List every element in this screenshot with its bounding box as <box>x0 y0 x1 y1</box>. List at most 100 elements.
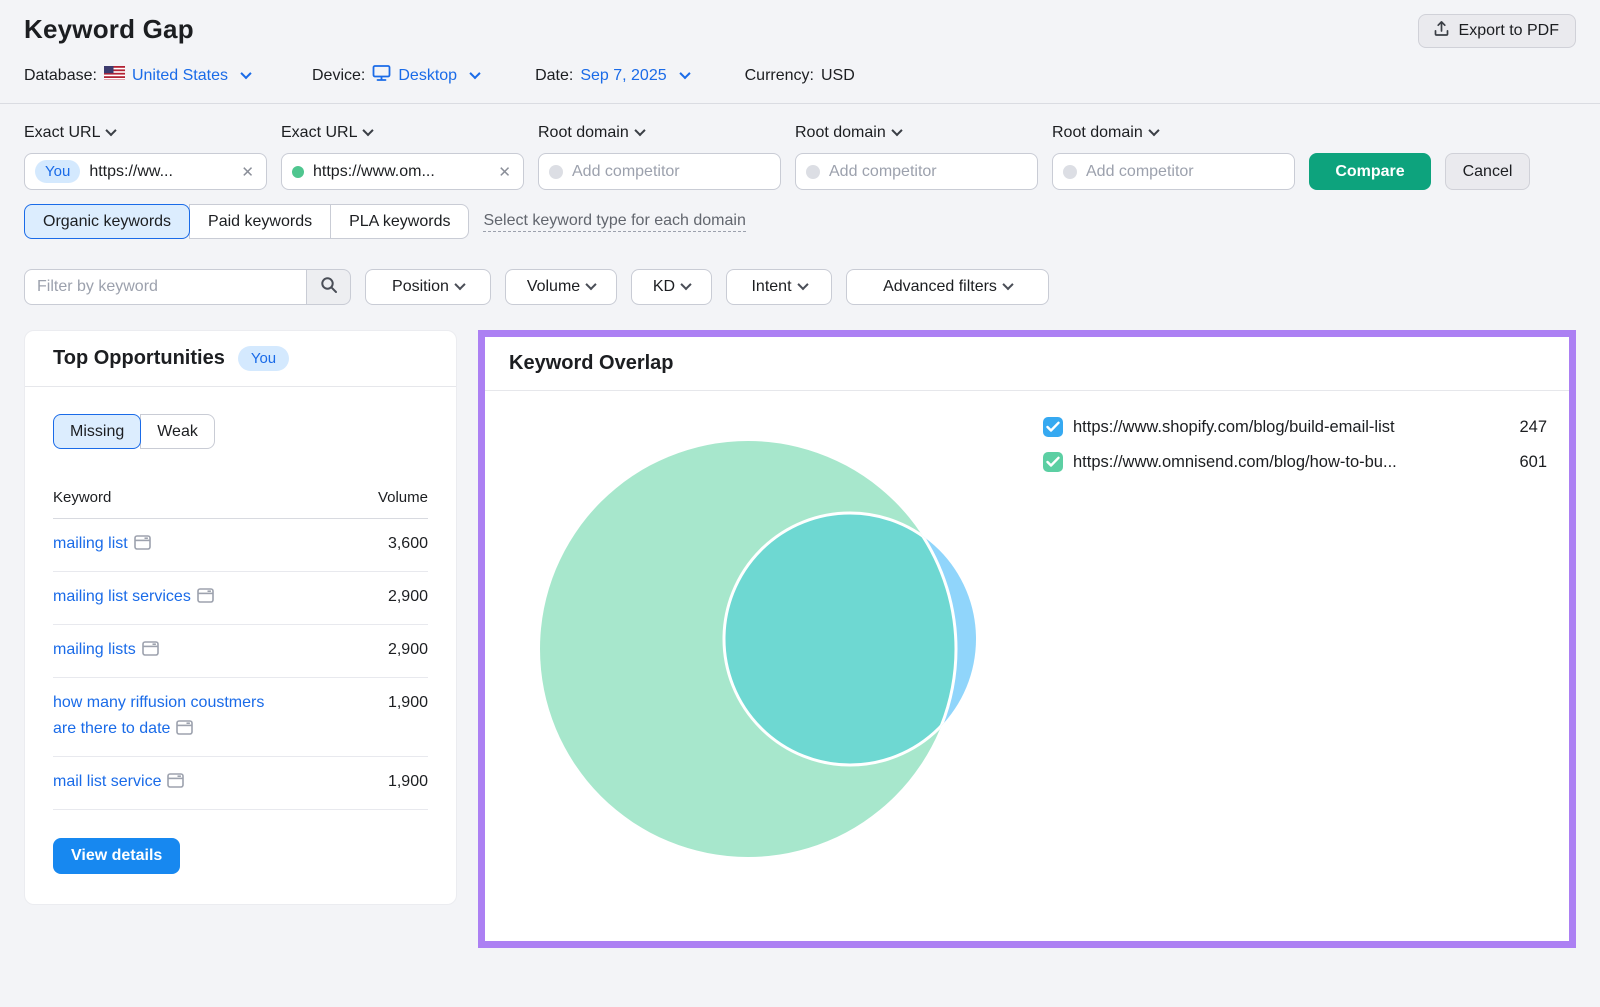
currency-label: Currency: <box>745 67 814 85</box>
search-icon <box>320 276 338 299</box>
legend-keyword-count: 601 <box>1501 453 1547 472</box>
chevron-down-icon <box>891 125 902 136</box>
view-details-button[interactable]: View details <box>53 838 180 874</box>
desktop-monitor-icon <box>372 64 391 87</box>
legend-item-omnisend: https://www.omnisend.com/blog/how-to-bu.… <box>1043 452 1547 472</box>
you-domain-value: https://ww... <box>89 163 230 181</box>
clear-domain-icon[interactable]: ✕ <box>496 163 513 181</box>
you-chip: You <box>35 160 80 183</box>
serp-features-icon[interactable] <box>142 639 159 665</box>
position-filter-dropdown[interactable]: Position <box>365 269 491 305</box>
tab-pla-keywords[interactable]: PLA keywords <box>330 204 469 239</box>
date-selector[interactable]: Sep 7, 2025 <box>580 67 688 85</box>
competitor-domain-input-2[interactable] <box>538 153 781 190</box>
search-button[interactable] <box>307 269 351 305</box>
date-value: Sep 7, 2025 <box>580 67 666 85</box>
venn-diagram[interactable] <box>485 391 1522 938</box>
keyword-link[interactable]: mail list service <box>53 773 161 790</box>
chevron-down-icon <box>679 67 690 78</box>
toggle-missing[interactable]: Missing <box>53 414 141 449</box>
keyword-volume: 3,600 <box>388 531 428 559</box>
advanced-filters-dropdown[interactable]: Advanced filters <box>846 269 1049 305</box>
device-label: Device: <box>312 67 365 85</box>
serp-features-icon[interactable] <box>134 533 151 559</box>
domain-type-selector-3[interactable]: Root domain <box>538 124 781 142</box>
domain-selectors: Exact URL Exact URL Root domain Root dom… <box>0 104 1600 239</box>
competitor-color-dot <box>806 165 820 179</box>
venn-legend: https://www.shopify.com/blog/build-email… <box>1043 417 1547 472</box>
serp-features-icon[interactable] <box>167 771 184 797</box>
table-row: mailing list 3,600 <box>53 519 428 572</box>
export-to-pdf-button[interactable]: Export to PDF <box>1418 14 1576 48</box>
keyword-column-header: Keyword <box>53 489 111 506</box>
filter-by-keyword-input[interactable] <box>24 269 307 305</box>
legend-keyword-count: 247 <box>1501 418 1547 437</box>
tab-organic-keywords[interactable]: Organic keywords <box>24 204 190 239</box>
volume-filter-dropdown[interactable]: Volume <box>505 269 617 305</box>
add-competitor-field[interactable] <box>829 163 1036 181</box>
domain-type-selector-1[interactable]: Exact URL <box>24 124 267 142</box>
us-flag-icon <box>104 66 125 85</box>
volume-column-header: Volume <box>378 489 428 506</box>
clear-domain-icon[interactable]: ✕ <box>239 163 256 181</box>
chevron-down-icon <box>469 67 480 78</box>
keyword-link[interactable]: how many riffusion coustmersare there to… <box>53 694 264 737</box>
competitor-domain-input-1[interactable]: https://www.om... ✕ <box>281 153 524 190</box>
top-opportunities-card: Top Opportunities You Missing Weak Keywo… <box>24 330 457 905</box>
toggle-weak[interactable]: Weak <box>140 414 215 449</box>
legend-item-shopify: https://www.shopify.com/blog/build-email… <box>1043 417 1547 437</box>
keyword-overlap-chart: https://www.shopify.com/blog/build-email… <box>485 391 1569 941</box>
device-selector[interactable]: Desktop <box>398 67 479 85</box>
kd-filter-dropdown[interactable]: KD <box>631 269 712 305</box>
keyword-volume: 2,900 <box>388 584 428 612</box>
keyword-overlap-title: Keyword Overlap <box>509 352 674 374</box>
serp-features-icon[interactable] <box>197 586 214 612</box>
page-title: Keyword Gap <box>24 14 194 45</box>
keyword-volume: 1,900 <box>388 769 428 797</box>
domain-type-selector-4[interactable]: Root domain <box>795 124 1038 142</box>
domain-type-label: Root domain <box>795 124 886 142</box>
domain-type-selector-5[interactable]: Root domain <box>1052 124 1295 142</box>
chevron-down-icon <box>454 279 465 290</box>
export-to-pdf-label: Export to PDF <box>1459 22 1559 40</box>
date-label: Date: <box>535 67 573 85</box>
dropdown-label: KD <box>653 278 675 296</box>
keyword-type-tabs: Organic keywords Paid keywords PLA keywo… <box>24 204 469 239</box>
database-selector[interactable]: United States <box>132 67 250 85</box>
chevron-down-icon <box>680 279 691 290</box>
database-label: Database: <box>24 67 97 85</box>
dropdown-label: Advanced filters <box>883 278 997 296</box>
keyword-overlap-highlight-frame: Keyword Overlap <box>478 330 1576 948</box>
competitor-domain-input-4[interactable] <box>1052 153 1295 190</box>
competitor-domain-input-3[interactable] <box>795 153 1038 190</box>
chevron-down-icon <box>363 125 374 136</box>
cancel-button[interactable]: Cancel <box>1445 153 1530 190</box>
keyword-link[interactable]: mailing list <box>53 535 128 552</box>
chevron-down-icon <box>797 279 808 290</box>
add-competitor-field[interactable] <box>1086 163 1293 181</box>
chevron-down-icon <box>1002 279 1013 290</box>
checkbox-checked-icon[interactable] <box>1043 452 1063 472</box>
compare-button[interactable]: Compare <box>1309 153 1431 190</box>
domain-type-label: Root domain <box>1052 124 1143 142</box>
checkbox-checked-icon[interactable] <box>1043 417 1063 437</box>
you-domain-input[interactable]: You https://ww... ✕ <box>24 153 267 190</box>
table-row: mailing lists 2,900 <box>53 625 428 678</box>
chevron-down-icon <box>240 67 251 78</box>
domain-type-selector-2[interactable]: Exact URL <box>281 124 524 142</box>
opportunities-table: Keyword Volume mailing list 3,600 mailin… <box>53 489 428 810</box>
select-keyword-type-link[interactable]: Select keyword type for each domain <box>483 212 745 232</box>
domain-type-label: Exact URL <box>24 124 100 142</box>
tab-paid-keywords[interactable]: Paid keywords <box>189 204 331 239</box>
device-value: Desktop <box>398 67 457 85</box>
keyword-link[interactable]: mailing list services <box>53 588 191 605</box>
serp-features-icon[interactable] <box>176 718 193 744</box>
add-competitor-field[interactable] <box>572 163 779 181</box>
table-row: mailing list services 2,900 <box>53 572 428 625</box>
table-row: how many riffusion coustmersare there to… <box>53 678 428 757</box>
you-badge: You <box>238 346 289 371</box>
competitor-color-dot <box>549 165 563 179</box>
keyword-link[interactable]: mailing lists <box>53 641 136 658</box>
competitor-domain-value: https://www.om... <box>313 163 487 181</box>
intent-filter-dropdown[interactable]: Intent <box>726 269 832 305</box>
